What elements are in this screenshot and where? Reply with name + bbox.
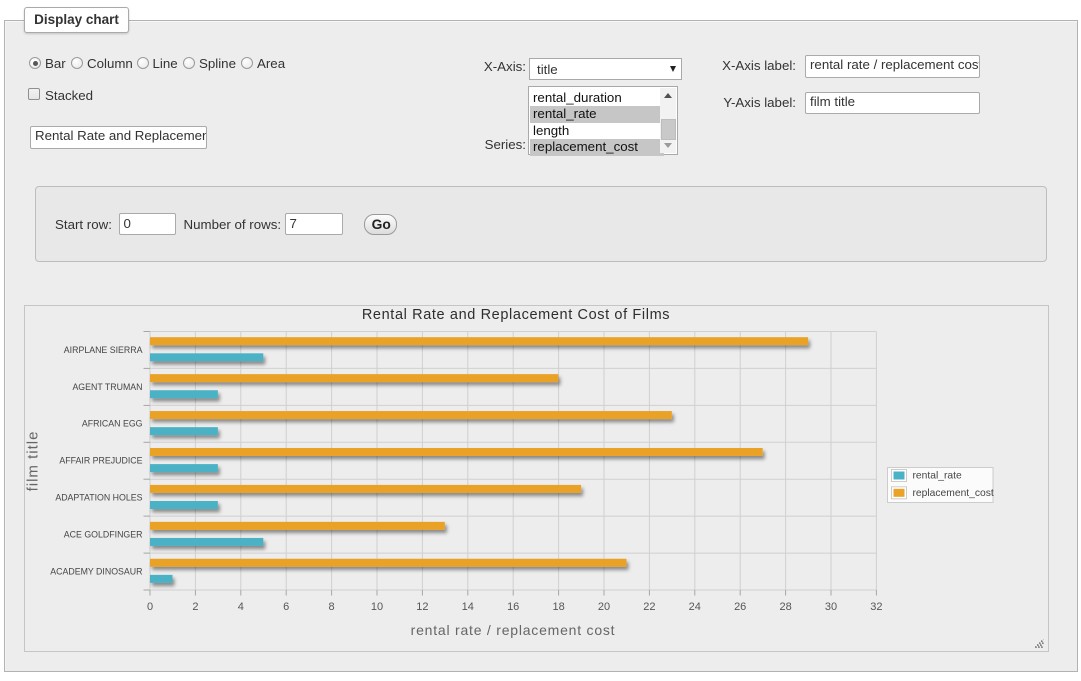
svg-text:film title: film title [25,431,42,492]
svg-text:22: 22 [643,601,655,613]
svg-text:4: 4 [238,601,244,613]
svg-text:6: 6 [283,601,289,613]
svg-text:8: 8 [329,601,335,613]
svg-text:12: 12 [416,601,428,613]
svg-text:AFRICAN EGG: AFRICAN EGG [82,419,143,429]
svg-text:AGENT TRUMAN: AGENT TRUMAN [72,382,142,392]
svg-text:26: 26 [734,601,746,613]
svg-text:rental rate / replacement cost: rental rate / replacement cost [411,622,616,638]
svg-text:16: 16 [507,601,519,613]
svg-text:10: 10 [371,601,383,613]
svg-text:ACADEMY DINOSAUR: ACADEMY DINOSAUR [50,566,142,576]
svg-text:replacement_cost: replacement_cost [913,488,994,499]
svg-text:30: 30 [825,601,837,613]
svg-text:24: 24 [689,601,701,613]
svg-text:AFFAIR PREJUDICE: AFFAIR PREJUDICE [59,456,142,466]
svg-text:0: 0 [147,601,153,613]
svg-text:18: 18 [552,601,564,613]
svg-text:ACE GOLDFINGER: ACE GOLDFINGER [64,530,143,540]
svg-text:ADAPTATION HOLES: ADAPTATION HOLES [55,493,142,503]
svg-text:AIRPLANE SIERRA: AIRPLANE SIERRA [64,345,143,355]
svg-text:32: 32 [870,601,882,613]
svg-text:14: 14 [462,601,474,613]
svg-text:Rental Rate and Replacement Co: Rental Rate and Replacement Cost of Film… [362,307,670,323]
svg-text:28: 28 [779,601,791,613]
svg-text:2: 2 [192,601,198,613]
svg-text:20: 20 [598,601,610,613]
svg-text:rental_rate: rental_rate [913,471,963,482]
